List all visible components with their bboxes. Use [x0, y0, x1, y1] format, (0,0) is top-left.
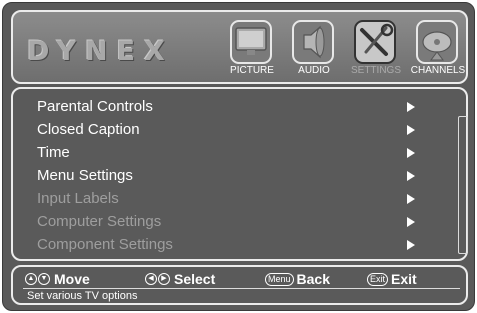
- down-arrow-icon: ▼: [38, 273, 50, 285]
- dynex-logo: DYNEX: [27, 36, 174, 67]
- menu-item-menu-settings[interactable]: Menu Settings: [37, 165, 427, 187]
- exit-key-icon: Exit: [367, 272, 389, 286]
- left-arrow-icon: ◀: [145, 273, 157, 285]
- menu-header: DYNEX PICTURE AUDIO SETTINGS CHANNELS: [11, 10, 468, 84]
- category-tabs: PICTURE AUDIO SETTINGS CHANNELS: [221, 20, 469, 80]
- chevron-right-icon: [407, 102, 415, 112]
- menu-item-parental-controls[interactable]: Parental Controls: [37, 96, 427, 118]
- menu-item-label: Component Settings: [37, 236, 173, 253]
- chevron-right-icon: [407, 148, 415, 158]
- hint-back: Menu Back: [265, 270, 367, 288]
- menu-item-component-settings[interactable]: Component Settings: [37, 234, 427, 256]
- menu-item-label: Parental Controls: [37, 98, 153, 115]
- tab-audio[interactable]: AUDIO: [283, 20, 345, 80]
- up-arrow-icon: ▲: [25, 273, 37, 285]
- tab-settings[interactable]: SETTINGS: [345, 20, 407, 80]
- menu-item-closed-caption[interactable]: Closed Caption: [37, 119, 427, 141]
- menu-item-label: Time: [37, 144, 70, 161]
- menu-item-label: Menu Settings: [37, 167, 133, 184]
- tab-label: AUDIO: [298, 65, 330, 76]
- tab-picture[interactable]: PICTURE: [221, 20, 283, 80]
- hint-move: ▲ ▼ Move: [25, 270, 145, 288]
- tab-channels[interactable]: CHANNELS: [407, 20, 469, 80]
- tools-icon: [360, 23, 394, 56]
- chevron-right-icon: [407, 240, 415, 250]
- key-hints: ▲ ▼ Move ◀ ▶ Select Menu Back Exit Exit: [25, 270, 417, 288]
- chevron-right-icon: [407, 125, 415, 135]
- footer-divider: [23, 288, 460, 289]
- right-arrow-icon: ▶: [158, 273, 170, 285]
- menu-item-time[interactable]: Time: [37, 142, 427, 164]
- hint-select: ◀ ▶ Select: [145, 270, 265, 288]
- menu-item-computer-settings[interactable]: Computer Settings: [37, 211, 427, 233]
- menu-item-label: Input Labels: [37, 190, 119, 207]
- speaker-icon: [303, 25, 325, 59]
- chevron-right-icon: [407, 217, 415, 227]
- menu-key-icon: Menu: [265, 272, 294, 286]
- menu-item-label: Computer Settings: [37, 213, 162, 230]
- status-text: Set various TV options: [27, 290, 138, 302]
- tab-label: CHANNELS: [410, 65, 466, 76]
- chevron-right-icon: [407, 171, 415, 181]
- satellite-dish-icon: [422, 31, 452, 61]
- menu-scrollbar[interactable]: [458, 116, 468, 254]
- menu-item-input-labels[interactable]: Input Labels: [37, 188, 427, 210]
- tv-menu-screen: DYNEX PICTURE AUDIO SETTINGS CHANNELS Pa…: [2, 2, 475, 311]
- menu-item-label: Closed Caption: [37, 121, 140, 138]
- chevron-right-icon: [407, 194, 415, 204]
- tv-icon: [235, 27, 267, 55]
- tab-label: PICTURE: [230, 65, 274, 76]
- settings-menu: Parental Controls Closed Caption Time Me…: [11, 87, 468, 261]
- menu-footer: ▲ ▼ Move ◀ ▶ Select Menu Back Exit Exit …: [11, 265, 468, 305]
- tab-label: SETTINGS: [350, 65, 401, 76]
- hint-exit: Exit Exit: [367, 270, 417, 288]
